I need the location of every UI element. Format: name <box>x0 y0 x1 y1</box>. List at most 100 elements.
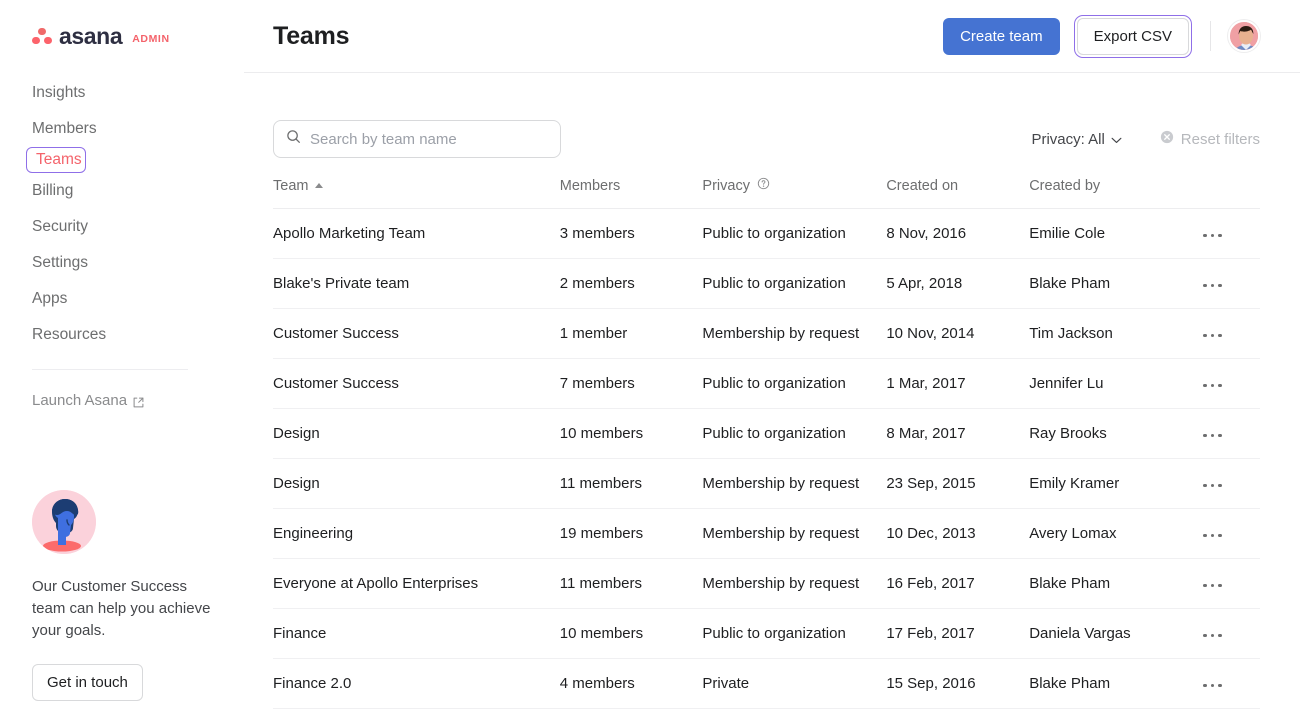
table-header-row: Team Members Privacy <box>273 177 1260 209</box>
row-more-options-icon[interactable] <box>1201 328 1224 344</box>
team-name-cell: Finance 2.0 <box>273 659 560 709</box>
row-actions-cell <box>1201 559 1260 609</box>
column-header-created-by-label: Created by <box>1029 178 1100 194</box>
sidebar-item-security[interactable]: Security <box>0 209 244 245</box>
privacy-cell: Public to organization <box>702 409 886 459</box>
created-on-cell: 5 Apr, 2018 <box>886 259 1029 309</box>
column-header-created-on-label: Created on <box>886 178 958 194</box>
table-row[interactable]: Engineering19 membersMembership by reque… <box>273 509 1260 559</box>
teams-panel: Privacy: All <box>244 115 1300 709</box>
created-by-cell: Emilie Cole <box>1029 209 1201 259</box>
teams-table-head: Team Members Privacy <box>273 177 1260 209</box>
table-row[interactable]: Blake's Private team2 membersPublic to o… <box>273 259 1260 309</box>
table-row[interactable]: Finance10 membersPublic to organization1… <box>273 609 1260 659</box>
created-on-cell: 16 Feb, 2017 <box>886 559 1029 609</box>
column-header-team[interactable]: Team <box>273 177 560 209</box>
privacy-cell: Public to organization <box>702 259 886 309</box>
created-by-cell: Tim Jackson <box>1029 309 1201 359</box>
privacy-cell: Membership by request <box>702 509 886 559</box>
header-divider <box>1210 21 1211 51</box>
row-more-options-icon[interactable] <box>1201 278 1224 294</box>
members-count-cell: 11 members <box>560 459 703 509</box>
filter-controls: Privacy: All <box>1031 130 1260 148</box>
created-on-cell: 8 Nov, 2016 <box>886 209 1029 259</box>
table-row[interactable]: Apollo Marketing Team3 membersPublic to … <box>273 209 1260 259</box>
export-csv-button[interactable]: Export CSV <box>1077 18 1189 55</box>
reset-filters-button[interactable]: Reset filters <box>1160 130 1260 148</box>
row-actions-cell <box>1201 409 1260 459</box>
table-row[interactable]: Everyone at Apollo Enterprises11 members… <box>273 559 1260 609</box>
search-input[interactable] <box>310 131 548 148</box>
column-header-privacy-label: Privacy <box>702 178 750 194</box>
created-on-cell: 10 Nov, 2014 <box>886 309 1029 359</box>
row-more-options-icon[interactable] <box>1201 528 1224 544</box>
row-actions-cell <box>1201 459 1260 509</box>
row-more-options-icon[interactable] <box>1201 578 1224 594</box>
sidebar-item-settings[interactable]: Settings <box>0 245 244 281</box>
row-actions-cell <box>1201 509 1260 559</box>
sidebar-item-teams[interactable]: Teams <box>26 147 86 173</box>
sidebar-item-insights[interactable]: Insights <box>0 75 244 111</box>
sidebar-item-resources[interactable]: Resources <box>0 317 244 353</box>
column-header-team-label: Team <box>273 178 308 194</box>
sidebar-item-billing[interactable]: Billing <box>0 173 244 209</box>
row-actions-cell <box>1201 359 1260 409</box>
privacy-filter-label: Privacy: All <box>1031 131 1104 148</box>
launch-asana-label: Launch Asana <box>32 392 127 409</box>
chevron-down-icon <box>1111 131 1122 148</box>
column-header-created-on[interactable]: Created on <box>886 177 1029 209</box>
privacy-filter-dropdown[interactable]: Privacy: All <box>1031 131 1121 148</box>
created-on-cell: 23 Sep, 2015 <box>886 459 1029 509</box>
created-by-cell: Daniela Vargas <box>1029 609 1201 659</box>
logo-admin-label: ADMIN <box>132 33 169 45</box>
user-avatar[interactable] <box>1228 20 1260 52</box>
created-on-cell: 8 Mar, 2017 <box>886 409 1029 459</box>
team-name-cell: Engineering <box>273 509 560 559</box>
privacy-cell: Membership by request <box>702 459 886 509</box>
row-more-options-icon[interactable] <box>1201 478 1224 494</box>
row-more-options-icon[interactable] <box>1201 678 1224 694</box>
row-more-options-icon[interactable] <box>1201 428 1224 444</box>
sidebar-divider <box>32 369 188 370</box>
created-by-cell: Jennifer Lu <box>1029 359 1201 409</box>
customer-success-promo: Our Customer Success team can help you a… <box>32 490 222 701</box>
asana-admin-logo[interactable]: asana ADMIN <box>0 0 244 46</box>
logo-wordmark: asana <box>59 25 122 48</box>
row-more-options-icon[interactable] <box>1201 378 1224 394</box>
table-row[interactable]: Design10 membersPublic to organization8 … <box>273 409 1260 459</box>
reset-filters-label: Reset filters <box>1181 131 1260 148</box>
column-header-privacy[interactable]: Privacy <box>702 177 886 209</box>
team-name-cell: Design <box>273 409 560 459</box>
promo-text: Our Customer Success team can help you a… <box>32 576 218 642</box>
table-row[interactable]: Design11 membersMembership by request23 … <box>273 459 1260 509</box>
sidebar: asana ADMIN Insights Members Teams Billi… <box>0 0 244 728</box>
search-team-box[interactable] <box>273 120 561 158</box>
column-header-created-by[interactable]: Created by <box>1029 177 1201 209</box>
sidebar-item-members[interactable]: Members <box>0 111 244 147</box>
launch-asana-link[interactable]: Launch Asana <box>0 383 244 417</box>
table-row[interactable]: Finance 2.04 membersPrivate15 Sep, 2016B… <box>273 659 1260 709</box>
help-circle-icon[interactable] <box>757 177 770 194</box>
row-more-options-icon[interactable] <box>1201 228 1224 244</box>
privacy-cell: Public to organization <box>702 609 886 659</box>
table-row[interactable]: Customer Success1 memberMembership by re… <box>273 309 1260 359</box>
members-count-cell: 10 members <box>560 609 703 659</box>
asana-logo-icon <box>32 28 52 45</box>
created-by-cell: Emily Kramer <box>1029 459 1201 509</box>
external-link-icon <box>133 395 144 406</box>
get-in-touch-button[interactable]: Get in touch <box>32 664 143 701</box>
teams-table-body: Apollo Marketing Team3 membersPublic to … <box>273 209 1260 709</box>
privacy-cell: Membership by request <box>702 309 886 359</box>
create-team-button[interactable]: Create team <box>943 18 1060 55</box>
table-row[interactable]: Customer Success7 membersPublic to organ… <box>273 359 1260 409</box>
row-more-options-icon[interactable] <box>1201 628 1224 644</box>
members-count-cell: 11 members <box>560 559 703 609</box>
column-header-members-label: Members <box>560 178 620 194</box>
column-header-members[interactable]: Members <box>560 177 703 209</box>
sidebar-item-apps[interactable]: Apps <box>0 281 244 317</box>
team-name-cell: Customer Success <box>273 309 560 359</box>
privacy-cell: Public to organization <box>702 359 886 409</box>
team-name-cell: Blake's Private team <box>273 259 560 309</box>
teams-table: Team Members Privacy <box>273 177 1260 709</box>
page-title: Teams <box>273 22 349 51</box>
